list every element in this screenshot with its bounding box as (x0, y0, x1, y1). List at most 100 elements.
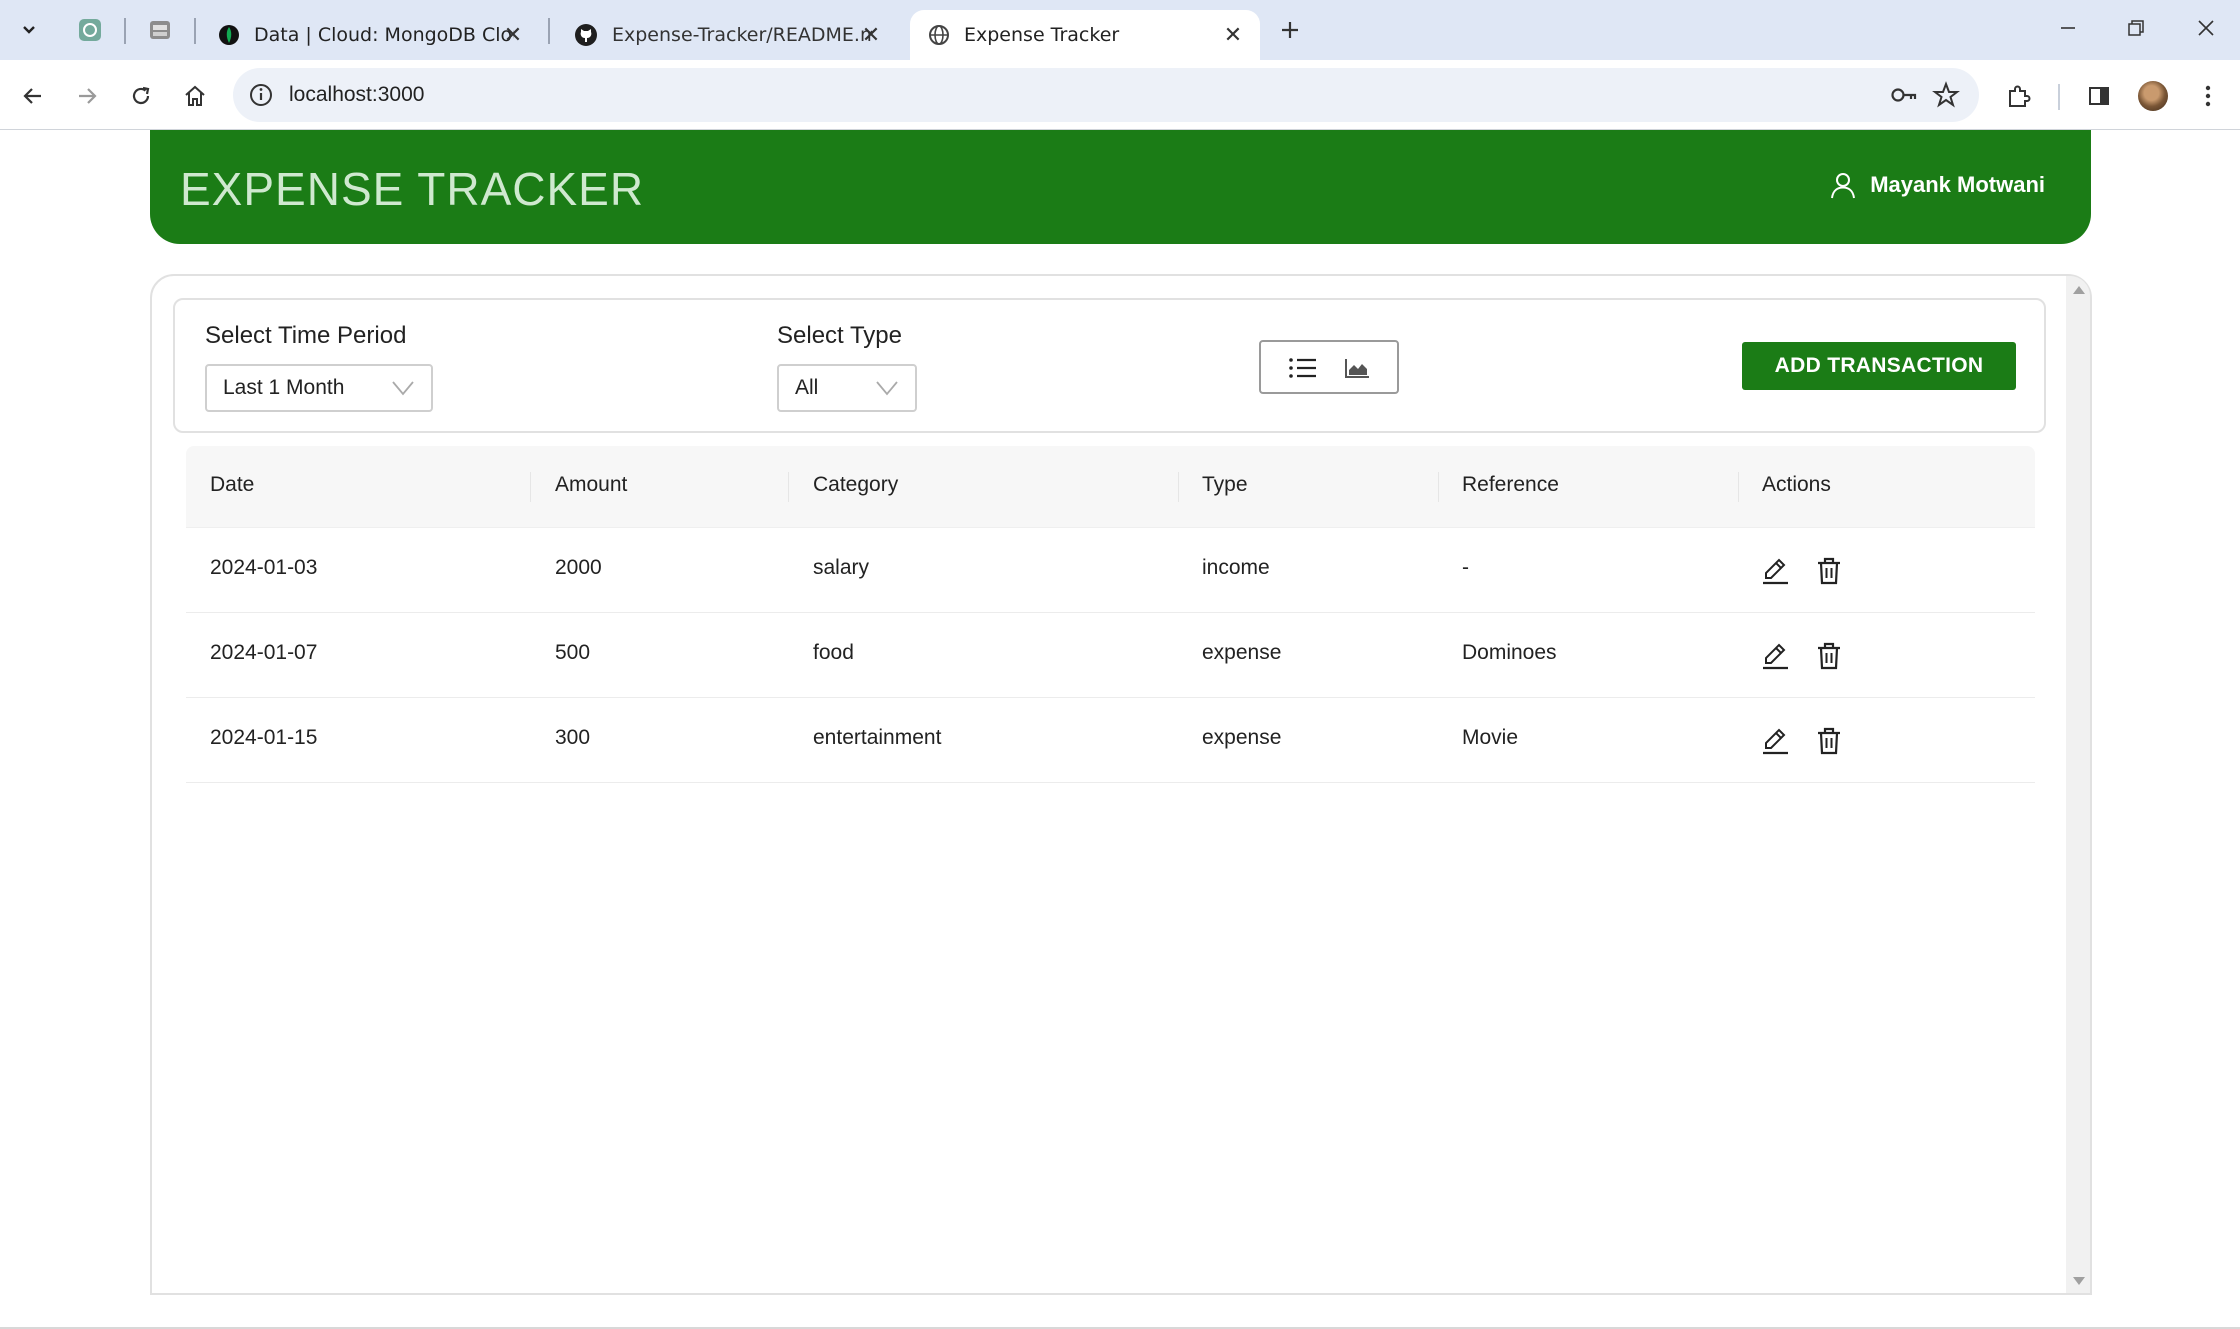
list-view-button[interactable] (1287, 353, 1319, 383)
side-panel-icon (2089, 87, 2109, 105)
cell-reference: - (1462, 556, 1469, 579)
mongodb-leaf-icon (219, 25, 239, 45)
cell-type: expense (1202, 641, 1282, 664)
list-icon (1289, 358, 1316, 378)
delete-button[interactable] (1812, 554, 1846, 588)
arrow-right-icon (79, 88, 97, 104)
column-header-amount[interactable]: Amount (555, 473, 627, 497)
minimize-button[interactable] (2036, 8, 2100, 48)
address-bar[interactable]: localhost:3000 (233, 68, 1979, 122)
column-header-actions: Actions (1762, 473, 1831, 496)
add-transaction-button[interactable]: ADD TRANSACTION (1742, 342, 2016, 390)
bookmark-star-icon[interactable] (1931, 80, 1961, 110)
chevron-down-icon (392, 381, 414, 396)
toolbar-separator (2058, 84, 2060, 110)
side-panel-button[interactable] (2079, 76, 2119, 116)
cell-category: entertainment (813, 726, 942, 749)
back-button[interactable] (13, 76, 53, 116)
time-period-value: Last 1 Month (223, 376, 345, 399)
column-header-type[interactable]: Type (1202, 473, 1248, 497)
tab-title: Expense Tracker (964, 24, 1120, 46)
scroll-up-arrow-icon[interactable] (2073, 286, 2085, 294)
edit-button[interactable] (1758, 724, 1792, 758)
extensions-button[interactable] (1999, 76, 2039, 116)
close-window-button[interactable] (2174, 8, 2238, 48)
app-title: EXPENSE TRACKER (180, 163, 645, 215)
globe-icon (929, 25, 949, 45)
edit-pencil-icon (1763, 728, 1788, 755)
restore-icon (2128, 20, 2144, 36)
type-value: All (795, 376, 819, 399)
type-select[interactable]: All (777, 364, 917, 412)
tab-expense-tracker[interactable]: Expense Tracker ✕ (910, 10, 1260, 60)
edit-button[interactable] (1758, 639, 1792, 673)
column-divider (1438, 472, 1439, 502)
cell-amount: 2000 (555, 556, 602, 579)
table-row: 2024-01-07 500 food expense Dominoes (186, 613, 2035, 698)
plus-icon (1282, 22, 1298, 38)
tab-title: Data | Cloud: MongoDB Cloud (254, 24, 514, 46)
column-header-reference[interactable]: Reference (1462, 473, 1559, 497)
restore-button[interactable] (2104, 8, 2168, 48)
user-profile[interactable]: Mayank Motwani (1828, 170, 2045, 200)
browser-tab-strip: Data | Cloud: MongoDB Cloud ✕ Expense-Tr… (0, 0, 2240, 60)
column-header-category[interactable]: Category (813, 473, 898, 497)
close-tab-icon[interactable]: ✕ (500, 22, 526, 48)
browser-toolbar: localhost:3000 (0, 60, 2240, 130)
new-tab-button[interactable] (1272, 12, 1308, 48)
tab-separator (124, 18, 126, 44)
tab-mongodb[interactable]: Data | Cloud: MongoDB Cloud ✕ (200, 10, 540, 60)
reload-button[interactable] (121, 76, 161, 116)
tab-search-button[interactable] (10, 12, 48, 48)
avatar (2138, 81, 2168, 111)
edit-pencil-icon (1763, 558, 1788, 585)
transactions-table: Date Amount Category Type Reference Acti… (186, 446, 2035, 783)
transactions-card: Select Time Period Last 1 Month Select T… (150, 274, 2092, 1295)
pinned-tab-app[interactable] (134, 12, 186, 48)
cell-reference: Dominoes (1462, 641, 1557, 664)
forward-button[interactable] (67, 76, 107, 116)
column-divider (1738, 472, 1739, 502)
github-icon (575, 24, 597, 46)
home-icon (185, 85, 205, 106)
tab-separator (548, 18, 550, 44)
column-header-date[interactable]: Date (210, 473, 254, 497)
delete-button[interactable] (1812, 724, 1846, 758)
scrollbar[interactable] (2066, 276, 2090, 1293)
url-text[interactable]: localhost:3000 (289, 83, 424, 107)
view-toggle (1259, 340, 1399, 394)
chevron-down-icon (876, 381, 898, 396)
scroll-down-arrow-icon[interactable] (2073, 1277, 2085, 1285)
cell-reference: Movie (1462, 726, 1519, 749)
table-header: Date Amount Category Type Reference Acti… (186, 446, 2035, 528)
password-key-icon[interactable] (1889, 80, 1919, 110)
column-divider (788, 472, 789, 502)
site-info-icon[interactable] (247, 81, 275, 109)
table-row: 2024-01-15 300 entertainment expense Mov… (186, 698, 2035, 783)
cell-type: income (1202, 556, 1270, 579)
edit-button[interactable] (1758, 554, 1792, 588)
trash-icon (1818, 642, 1840, 670)
time-period-label: Select Time Period (205, 322, 407, 349)
app-favicon-icon (150, 21, 170, 39)
puzzle-icon (2009, 85, 2031, 107)
arrow-left-icon (23, 88, 41, 104)
chart-view-button[interactable] (1341, 353, 1373, 383)
cell-date: 2024-01-15 (210, 726, 318, 749)
home-button[interactable] (175, 76, 215, 116)
filters-bar: Select Time Period Last 1 Month Select T… (173, 298, 2046, 433)
close-tab-icon[interactable]: ✕ (858, 22, 884, 48)
pinned-tab-chatgpt[interactable] (64, 12, 116, 48)
time-period-select[interactable]: Last 1 Month (205, 364, 433, 412)
tab-github[interactable]: Expense-Tracker/README.md a ✕ (556, 10, 898, 60)
edit-pencil-icon (1763, 643, 1788, 670)
profile-button[interactable] (2133, 76, 2173, 116)
chatgpt-icon (79, 19, 101, 41)
close-icon (2198, 20, 2214, 36)
delete-button[interactable] (1812, 639, 1846, 673)
trash-icon (1818, 727, 1840, 755)
close-tab-icon[interactable]: ✕ (1220, 22, 1246, 48)
trash-icon (1818, 557, 1840, 585)
browser-menu-button[interactable] (2188, 76, 2228, 116)
area-chart-icon (1345, 359, 1369, 378)
